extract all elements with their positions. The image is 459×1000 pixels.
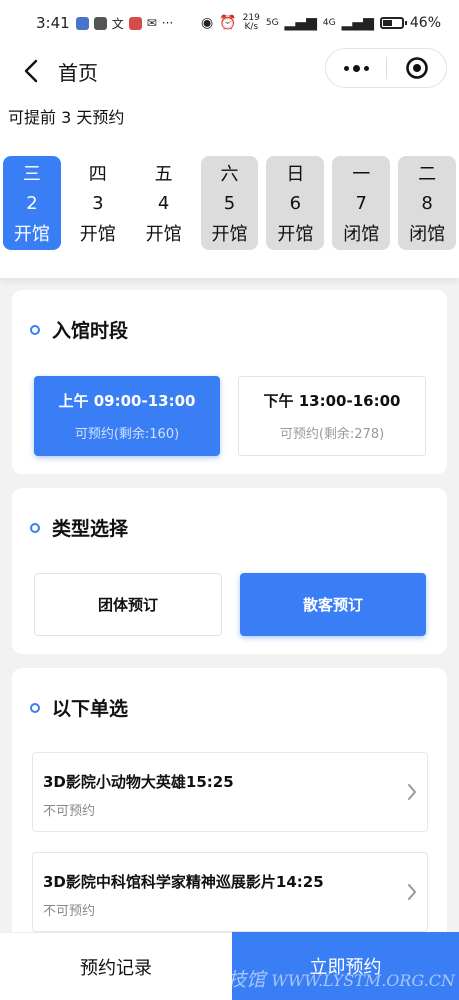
list-item[interactable]: 3D影院小动物大英雄15:25 不可预约 (32, 752, 428, 832)
section-bullet-icon (30, 702, 40, 713)
app-notification-icon (128, 16, 142, 30)
wechat-icon: ✉ (146, 16, 157, 30)
slot-morning-button[interactable]: 上午 09:00-13:00 可预约(剩余:160) (34, 376, 220, 456)
date-status: 开馆 (277, 224, 314, 245)
date-day: 8 (421, 192, 433, 214)
more-options-icon[interactable] (326, 64, 386, 72)
eye-icon: ◉ (201, 15, 214, 31)
date-weekday: 四 (88, 164, 107, 185)
signal-4g: 4G (322, 18, 336, 28)
mini-program-capsule (325, 48, 447, 88)
date-weekday: 日 (286, 164, 305, 185)
date-weekday: 三 (22, 164, 41, 185)
more-notifications-icon: ··· (161, 16, 174, 30)
entry-time-title: 入馆时段 (52, 320, 129, 342)
page-title: 首页 (58, 60, 98, 85)
date-item[interactable]: 一 7 闭馆 (332, 156, 391, 250)
chevron-right-icon (407, 783, 417, 805)
book-now-button[interactable]: 立即预约 临沂市科技馆 WWW.LYSTM.ORG.CN (151, 932, 459, 1000)
date-day: 6 (289, 192, 302, 214)
battery-icon (379, 17, 407, 29)
status-bar: 3:41 文 ✉ ··· ◉ ⏰ 219 K/s 5G ▂▄▆ 4G ▂▄▆ 4… (0, 0, 459, 46)
close-mini-program-icon[interactable] (387, 56, 446, 80)
booking-type-heading: 类型选择 (30, 514, 128, 541)
group-booking-button[interactable]: 团体预订 (34, 573, 222, 636)
individual-booking-button[interactable]: 散客预订 (240, 573, 426, 636)
signal-icon: ▂▄▆ (284, 15, 317, 31)
slot-afternoon-button[interactable]: 下午 13:00-16:00 可预约(剩余:278) (238, 376, 426, 456)
translate-icon: 文 (111, 16, 124, 31)
slot-availability: 可预约(剩余:278) (279, 427, 385, 442)
watermark-url: WWW.LYSTM.ORG.CN (271, 971, 455, 990)
watermark: 临沂市科技馆 WWW.LYSTM.ORG.CN (151, 965, 455, 992)
date-status: 开馆 (145, 224, 182, 245)
date-weekday: 二 (418, 164, 437, 185)
date-status: 闭馆 (409, 224, 446, 245)
list-item-status: 不可预约 (43, 804, 96, 819)
alarm-icon: ⏰ (219, 15, 237, 31)
battery-percent: 46% (409, 15, 441, 31)
list-item-title: 3D影院小动物大英雄15:25 (43, 773, 234, 791)
advance-booking-note: 可提前 3 天预约 (0, 96, 459, 142)
date-weekday: 一 (352, 164, 371, 185)
date-status: 开馆 (79, 224, 116, 245)
date-day: 2 (26, 192, 38, 214)
date-selector: 三 2 开馆 四 3 开馆 五 4 开馆 六 5 开馆 日 6 开馆 一 7 闭馆 二 8 闭馆 (0, 142, 459, 278)
date-weekday: 五 (154, 164, 173, 185)
booking-type-card: 类型选择 团体预订 散客预订 (12, 488, 447, 654)
section-bullet-icon (30, 324, 40, 335)
date-item[interactable]: 六 5 开馆 (200, 156, 259, 250)
date-item[interactable]: 三 2 开馆 (3, 156, 61, 250)
date-item[interactable]: 二 8 闭馆 (398, 156, 457, 250)
date-day: 5 (223, 192, 236, 214)
status-time: 3:41 (36, 14, 70, 32)
chevron-right-icon (407, 883, 417, 905)
single-choice-card: 以下单选 3D影院小动物大英雄15:25 不可预约 3D影院中科馆科学家精神巡展… (12, 668, 447, 958)
app-notification-icon (93, 16, 107, 30)
date-day: 3 (92, 192, 104, 214)
date-status: 开馆 (211, 224, 248, 245)
signal-icon: ▂▄▆ (341, 15, 374, 31)
network-speed: 219 K/s (243, 14, 260, 32)
slot-availability: 可预约(剩余:160) (74, 427, 180, 442)
single-choice-heading: 以下单选 (30, 694, 128, 721)
date-item[interactable]: 五 4 开馆 (135, 156, 193, 250)
date-day: 7 (355, 192, 367, 214)
list-item[interactable]: 3D影院中科馆科学家精神巡展影片14:25 不可预约 (32, 852, 428, 932)
nav-bar: 首页 (0, 46, 459, 96)
list-item-title: 3D影院中科馆科学家精神巡展影片14:25 (43, 873, 324, 891)
date-status: 闭馆 (343, 224, 380, 245)
slot-label: 下午 13:00-16:00 (263, 392, 401, 410)
speed-unit: K/s (244, 22, 259, 32)
watermark-name: 临沂市科技馆 (151, 969, 266, 991)
date-item[interactable]: 四 3 开馆 (69, 156, 127, 250)
list-item-status: 不可预约 (43, 904, 96, 919)
date-day: 4 (157, 192, 170, 214)
app-notification-icon (75, 16, 89, 30)
booking-type-title: 类型选择 (52, 518, 129, 540)
single-choice-title: 以下单选 (52, 698, 129, 720)
date-item[interactable]: 日 6 开馆 (266, 156, 325, 250)
date-weekday: 六 (220, 164, 239, 185)
back-arrow-icon[interactable] (16, 56, 46, 86)
entry-time-card: 入馆时段 上午 09:00-13:00 可预约(剩余:160) 下午 13:00… (12, 290, 447, 474)
section-bullet-icon (30, 522, 40, 533)
notification-icons: 文 ✉ ··· (75, 15, 174, 32)
signal-5g: 5G (265, 18, 279, 28)
entry-time-heading: 入馆时段 (30, 316, 128, 343)
date-status: 开馆 (13, 224, 50, 245)
slot-label: 上午 09:00-13:00 (58, 392, 196, 410)
bottom-action-bar: 预约记录 立即预约 临沂市科技馆 WWW.LYSTM.ORG.CN (0, 932, 459, 1000)
